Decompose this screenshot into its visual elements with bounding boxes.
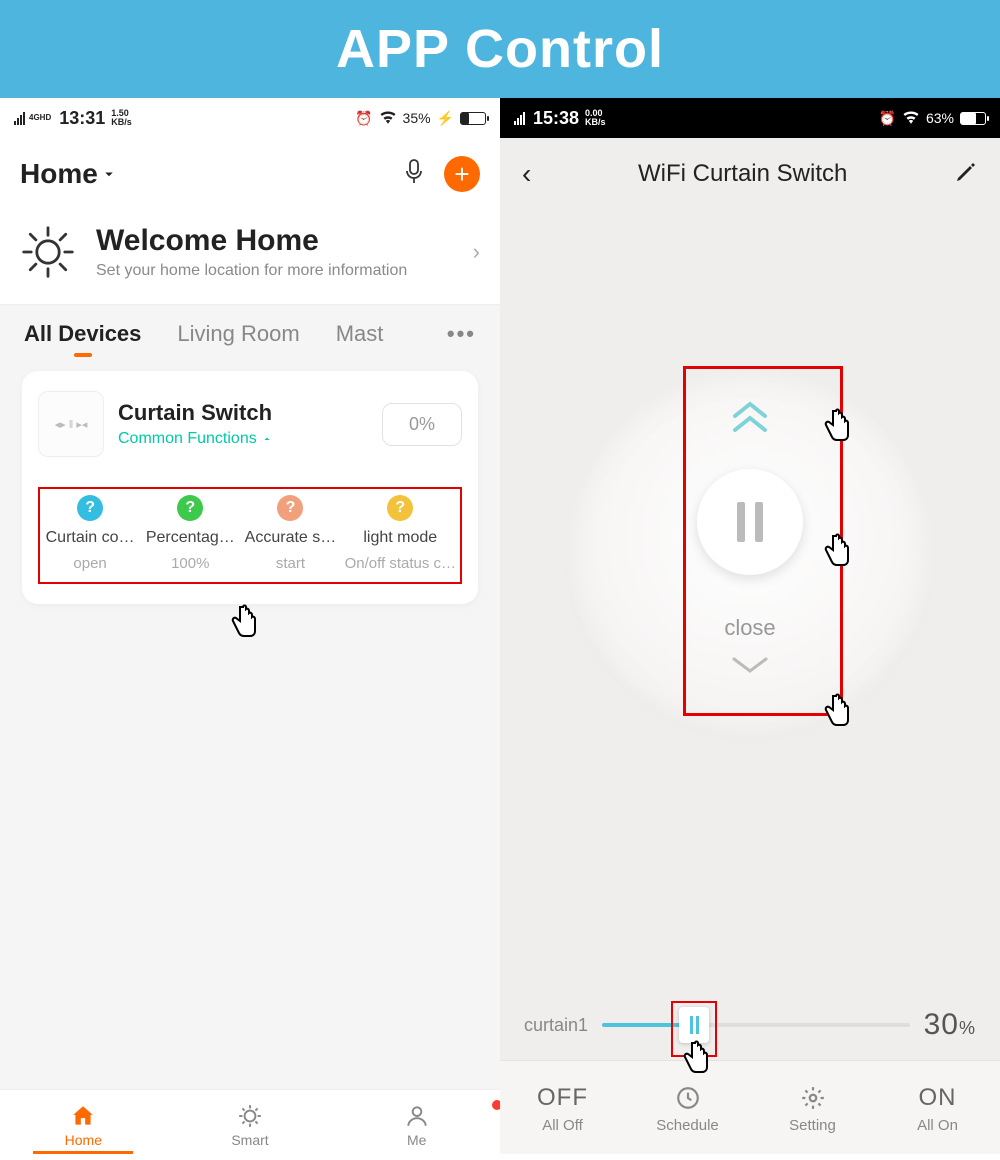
- slider-percent: 30%: [924, 1008, 976, 1042]
- tap-hand-icon: [222, 601, 262, 645]
- tab-living-room[interactable]: Living Room: [177, 321, 299, 347]
- battery-pct: 63%: [926, 110, 954, 126]
- pause-button[interactable]: [697, 469, 803, 575]
- screen-device-control: 15:38 0.00 KB/s ⏰ 63% ‹ WiFi Curtain Swi…: [500, 98, 1000, 1154]
- close-button[interactable]: [728, 653, 772, 682]
- function-light-mode[interactable]: ?light modeOn/off status c…: [341, 495, 460, 572]
- battery-icon: [960, 112, 986, 125]
- signal-icon: [14, 111, 25, 125]
- back-button[interactable]: ‹: [522, 158, 531, 190]
- welcome-subtitle: Set your home location for more informat…: [96, 262, 407, 280]
- network-label: 4GHD: [29, 114, 51, 122]
- tab-setting[interactable]: Setting: [750, 1083, 875, 1134]
- speed-unit: KB/s: [111, 118, 132, 127]
- battery-pct: 35%: [403, 110, 431, 126]
- open-button[interactable]: [725, 398, 775, 443]
- bottom-nav: Home Smart Me: [0, 1089, 500, 1154]
- device-tabs: All Devices Living Room Mast •••: [0, 305, 500, 357]
- curtain-dial: close: [565, 370, 935, 740]
- sun-icon: [20, 224, 76, 280]
- tab-all-devices[interactable]: All Devices: [24, 321, 141, 347]
- charging-icon: ⚡: [437, 110, 454, 127]
- control-tabs: OFFAll Off Schedule Setting ONAll On: [500, 1060, 1000, 1154]
- page-title: WiFi Curtain Switch: [531, 160, 954, 188]
- status-bar: 15:38 0.00 KB/s ⏰ 63%: [500, 98, 1000, 138]
- screen-home: 4GHD 13:31 1.50 KB/s ⏰ 35% ⚡ Home: [0, 98, 500, 1154]
- alarm-icon: ⏰: [355, 110, 372, 127]
- welcome-card[interactable]: Welcome Home Set your home location for …: [0, 208, 500, 305]
- device-thumbnail: ◂▸ ‖ ▸◂: [38, 391, 104, 457]
- tab-schedule[interactable]: Schedule: [625, 1083, 750, 1134]
- tab-all-on[interactable]: ONAll On: [875, 1083, 1000, 1134]
- alarm-icon: ⏰: [879, 110, 896, 127]
- mic-icon[interactable]: [402, 158, 426, 191]
- common-functions-toggle[interactable]: Common Functions: [118, 430, 273, 448]
- status-bar: 4GHD 13:31 1.50 KB/s ⏰ 35% ⚡: [0, 98, 500, 138]
- chevron-right-icon: ›: [473, 239, 480, 265]
- device-card[interactable]: ◂▸ ‖ ▸◂ Curtain Switch Common Functions …: [22, 371, 478, 604]
- gear-icon: [800, 1085, 826, 1111]
- tab-all-off[interactable]: OFFAll Off: [500, 1083, 625, 1134]
- signal-icon: [514, 111, 525, 125]
- nav-me[interactable]: Me: [333, 1102, 500, 1148]
- tap-hand-icon: [815, 405, 855, 449]
- status-time: 15:38: [533, 108, 579, 129]
- function-curtain-control[interactable]: ?Curtain co…open: [40, 495, 140, 572]
- device-name: Curtain Switch: [118, 400, 273, 426]
- add-button[interactable]: +: [444, 156, 480, 192]
- status-time: 13:31: [59, 108, 105, 129]
- clock-icon: [675, 1085, 701, 1111]
- tab-master[interactable]: Mast: [336, 321, 384, 347]
- tabs-more[interactable]: •••: [447, 321, 476, 347]
- welcome-title: Welcome Home: [96, 224, 407, 258]
- banner-title: APP Control: [0, 0, 1000, 98]
- close-label: close: [724, 615, 775, 641]
- tap-hand-icon: [815, 530, 855, 574]
- tap-hand-icon: [815, 690, 855, 734]
- curtain-slider[interactable]: [602, 1023, 910, 1027]
- home-dropdown[interactable]: Home: [20, 158, 118, 190]
- function-percentage[interactable]: ?Percentag…100%: [140, 495, 240, 572]
- battery-icon: [460, 112, 486, 125]
- function-accurate[interactable]: ?Accurate s…start: [240, 495, 340, 572]
- functions-row: ?Curtain co…open ?Percentag…100% ?Accura…: [38, 487, 462, 584]
- slider-row: curtain1 30%: [500, 1008, 1000, 1042]
- nav-smart[interactable]: Smart: [167, 1102, 334, 1148]
- device-percent: 0%: [382, 403, 462, 446]
- wifi-icon: [902, 110, 920, 127]
- edit-icon[interactable]: [954, 160, 978, 189]
- tap-hand-icon: [674, 1037, 714, 1081]
- speed-unit: KB/s: [585, 118, 606, 127]
- nav-home[interactable]: Home: [0, 1102, 167, 1148]
- wifi-icon: [379, 110, 397, 127]
- slider-label: curtain1: [524, 1015, 588, 1036]
